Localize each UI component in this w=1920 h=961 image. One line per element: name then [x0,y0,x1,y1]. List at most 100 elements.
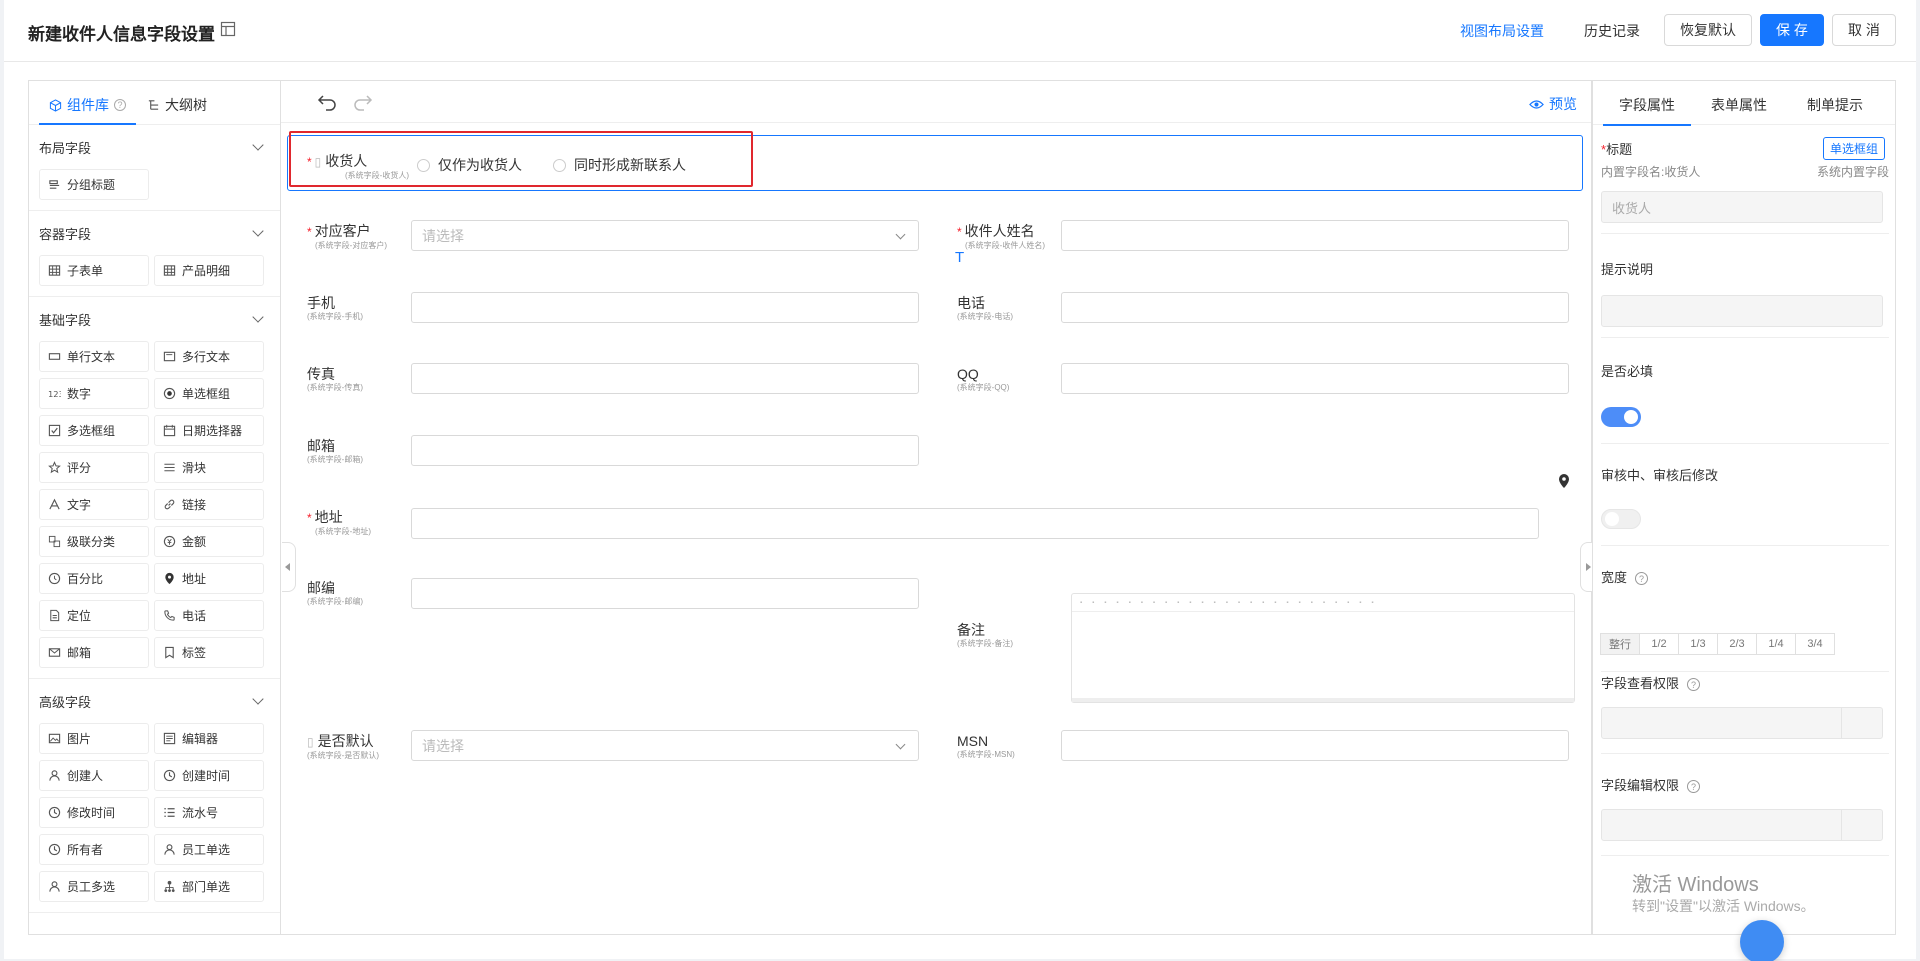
audit-modify-toggle[interactable] [1601,509,1641,529]
edit-permission-select[interactable] [1601,809,1883,841]
help-icon[interactable]: ? [1687,780,1701,794]
component-item[interactable]: 定位 [39,600,149,631]
tab-form-properties[interactable]: 表单属性 [1711,95,1767,115]
component-item[interactable]: 流水号 [154,797,264,828]
redo-icon[interactable] [353,93,373,111]
component-item[interactable]: 标签 [154,637,264,668]
component-item[interactable]: 文字 [39,489,149,520]
restore-default-button[interactable]: 恢复默认 [1664,14,1752,46]
tab-component-library[interactable]: 组件库 ? [39,95,136,125]
mail-icon [48,648,61,657]
help-icon[interactable]: ? [1687,678,1701,692]
tab-field-properties[interactable]: 字段属性 [1603,95,1691,126]
component-item[interactable]: 评分 [39,452,149,483]
component-item[interactable]: 所有者 [39,834,149,865]
number-icon: 123 [48,389,61,399]
remark-rich-editor[interactable]: ▪ ▪ ▪ ▪ ▪ ▪ ▪ ▪ ▪ ▪ ▪ ▪ ▪ ▪ ▪ ▪ ▪ ▪ ▪ ▪ ▪ ▪ ▪ ▪ ▪ [1071,593,1575,703]
component-item[interactable]: 单选框组 [154,378,264,409]
component-item[interactable]: 日期选择器 [154,415,264,446]
component-item[interactable]: 创建人 [39,760,149,791]
layout-icon[interactable] [220,21,236,37]
mobile-input[interactable] [411,292,919,323]
component-item[interactable]: 图片 [39,723,149,754]
save-button[interactable]: 保 存 [1760,14,1824,46]
component-item[interactable]: 电话 [154,600,264,631]
component-item[interactable]: 邮箱 [39,637,149,668]
chevron-down-icon [895,739,906,750]
component-item[interactable]: 分组标题 [39,169,149,200]
fax-input[interactable] [411,363,919,394]
preview-label: 预览 [1549,96,1577,112]
component-item[interactable]: 部门单选 [154,871,264,902]
tab-entry-tips[interactable]: 制单提示 [1807,95,1863,115]
component-item[interactable]: 产品明细 [154,255,264,286]
width-option[interactable]: 1/2 [1639,633,1679,655]
location-icon [165,572,174,585]
recipient-name-input[interactable] [1061,220,1569,251]
component-item-label: 百分比 [67,572,104,586]
width-option[interactable]: 3/4 [1795,633,1835,655]
radio-new-contact[interactable]: 同时形成新联系人 [553,155,686,175]
component-item[interactable]: 金额 [154,526,264,557]
help-icon[interactable]: ? [1635,572,1649,586]
qq-input[interactable] [1061,363,1569,394]
location-pin-icon[interactable] [1557,473,1571,489]
component-item[interactable]: 员工单选 [154,834,264,865]
org-icon [164,880,175,893]
floating-action-button[interactable] [1740,920,1784,961]
zip-input[interactable] [411,578,919,609]
editor-toolbar: ▪ ▪ ▪ ▪ ▪ ▪ ▪ ▪ ▪ ▪ ▪ ▪ ▪ ▪ ▪ ▪ ▪ ▪ ▪ ▪ ▪ ▪ ▪ ▪ ▪ [1072,594,1574,612]
component-item[interactable]: 单行文本 [39,341,149,372]
required-toggle[interactable] [1601,407,1641,427]
component-item[interactable]: 多行文本 [154,341,264,372]
collapse-left-handle[interactable] [282,542,296,592]
chevron-down-icon [252,311,264,323]
builtin-field-row: 内置字段名:收货人 系统内置字段 [1601,165,1889,179]
component-group-header[interactable]: 布局字段 [39,125,270,169]
view-layout-link[interactable]: 视图布局设置 [1460,21,1544,41]
component-group-header[interactable]: 高级字段 [39,679,270,723]
hint-input[interactable] [1601,295,1883,327]
is-default-select[interactable]: 请选择 [411,730,919,761]
phone-input[interactable] [1061,292,1569,323]
component-item[interactable]: 滑块 [154,452,264,483]
history-link[interactable]: 历史记录 [1584,21,1640,41]
customer-select[interactable]: 请选择 [411,220,919,251]
radio-icon [163,387,176,400]
component-item-label: 创建时间 [182,769,231,783]
component-item[interactable]: 子表单 [39,255,149,286]
component-item[interactable]: 员工多选 [39,871,149,902]
title-input[interactable]: 收货人 [1601,191,1883,223]
component-item[interactable]: 百分比 [39,563,149,594]
cascade-icon [48,535,61,548]
component-item[interactable]: 链接 [154,489,264,520]
width-option[interactable]: 1/4 [1756,633,1796,655]
component-group-header[interactable]: 容器字段 [39,211,270,255]
width-option[interactable]: 整行 [1600,633,1640,655]
component-item[interactable]: 多选框组 [39,415,149,446]
undo-icon[interactable] [317,93,337,111]
component-item-label: 日期选择器 [182,424,243,438]
component-item[interactable]: 修改时间 [39,797,149,828]
email-input[interactable] [411,435,919,466]
component-item[interactable]: 创建时间 [154,760,264,791]
cancel-button[interactable]: 取 消 [1832,14,1896,46]
msn-input[interactable] [1061,730,1569,761]
component-item[interactable]: 编辑器 [154,723,264,754]
component-item[interactable]: 地址 [154,563,264,594]
component-item[interactable]: 级联分类 [39,526,149,557]
component-item-label: 定位 [67,609,92,623]
component-item[interactable]: 123 数字 [39,378,149,409]
arrow-left-icon [285,563,290,571]
address-input[interactable] [411,508,1539,539]
component-groups: 布局字段分组标题容器字段子表单 产品明细基础字段单行文本 多行文本 123 数字 单选框组… [29,125,280,913]
component-group-header[interactable]: 基础字段 [39,297,270,341]
top-bar: 新建收件人信息字段设置 视图布局设置 历史记录 恢复默认 保 存 取 消 [4,0,1916,62]
help-icon[interactable]: ? [114,99,126,111]
radio-receiver-only[interactable]: 仅作为收货人 [417,155,522,175]
width-option[interactable]: 2/3 [1717,633,1757,655]
preview-button[interactable]: 预览 [1529,94,1577,114]
view-permission-select[interactable] [1601,707,1883,739]
tab-outline-tree[interactable]: 大纲树 [147,95,207,115]
width-option[interactable]: 1/3 [1678,633,1718,655]
